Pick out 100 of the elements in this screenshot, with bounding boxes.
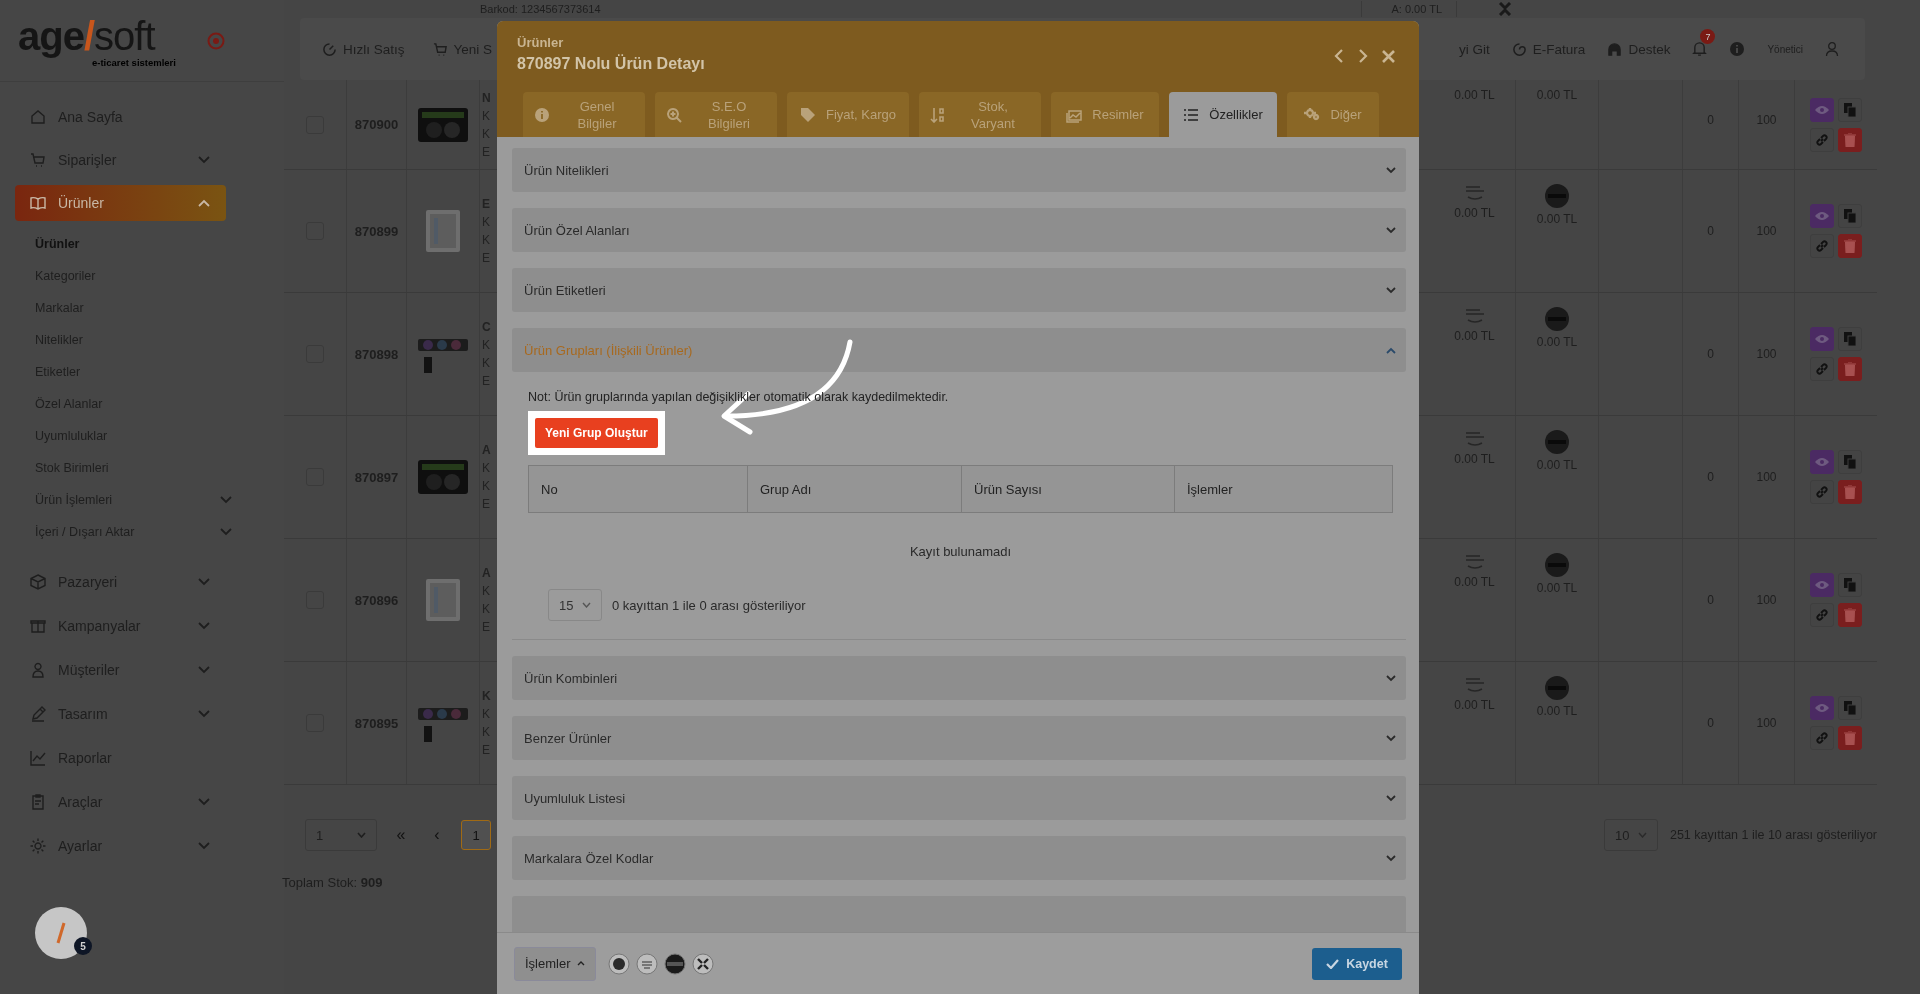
user-icon[interactable] bbox=[1825, 41, 1839, 57]
tab[interactable]: Genel Bilgiler bbox=[523, 92, 645, 137]
link-button[interactable] bbox=[1810, 357, 1834, 381]
round-logo-icon bbox=[1545, 676, 1569, 700]
bell-icon[interactable] bbox=[1692, 41, 1708, 57]
link-button[interactable] bbox=[1810, 726, 1834, 750]
tab[interactable]: Fiyat, Kargo bbox=[787, 92, 909, 137]
chevron-icon bbox=[1386, 286, 1396, 294]
first-page-button[interactable]: « bbox=[389, 825, 413, 845]
chevron-icon bbox=[1386, 854, 1396, 862]
copy-button[interactable] bbox=[1838, 696, 1862, 720]
round-logo-icon bbox=[1545, 553, 1569, 577]
link-icon bbox=[1815, 362, 1829, 376]
tab[interactable]: Resimler bbox=[1051, 92, 1159, 137]
accordion-header[interactable]: Benzer Ürünler bbox=[512, 716, 1406, 760]
view-button[interactable] bbox=[1810, 327, 1834, 351]
chevron-icon bbox=[1386, 166, 1396, 174]
delete-button[interactable] bbox=[1838, 726, 1862, 750]
clip-icon bbox=[29, 793, 47, 811]
trash-icon bbox=[1844, 608, 1856, 622]
copy-button[interactable] bbox=[1838, 450, 1862, 474]
gauge-icon bbox=[322, 41, 337, 57]
link-button[interactable] bbox=[1810, 603, 1834, 627]
copy-icon bbox=[1844, 332, 1856, 346]
copy-button[interactable] bbox=[1838, 204, 1862, 228]
chevron-left-icon[interactable] bbox=[1334, 49, 1344, 63]
close-icon[interactable] bbox=[1382, 49, 1395, 63]
link-button[interactable] bbox=[1810, 480, 1834, 504]
home-icon bbox=[29, 108, 47, 126]
column-header: Grup Adı bbox=[748, 466, 962, 512]
gears-icon bbox=[1304, 106, 1321, 123]
actions-menu-button[interactable]: İşlemler bbox=[514, 946, 596, 981]
cart-icon bbox=[29, 151, 47, 169]
copy-icon bbox=[1844, 455, 1856, 469]
save-button[interactable]: Kaydet bbox=[1312, 947, 1402, 980]
view-button[interactable] bbox=[1810, 696, 1834, 720]
user-icon bbox=[29, 661, 47, 679]
column-header: No bbox=[529, 466, 748, 512]
accordion-header[interactable]: Ürün Kombinleri bbox=[512, 656, 1406, 700]
book-icon bbox=[29, 194, 47, 212]
round-logo-icon bbox=[1545, 307, 1569, 331]
copy-button[interactable] bbox=[1838, 97, 1862, 122]
accordion-header[interactable]: Ürün Grupları (İlişkili Ürünler) bbox=[512, 328, 1406, 372]
info-icon[interactable] bbox=[1729, 41, 1746, 57]
view-button[interactable] bbox=[1810, 204, 1834, 228]
delete-button[interactable] bbox=[1838, 480, 1862, 504]
chevron-icon bbox=[1386, 346, 1396, 354]
target-icon[interactable] bbox=[207, 32, 225, 50]
marketplace-icon[interactable] bbox=[663, 952, 686, 975]
nav-item[interactable]: Ürünler bbox=[15, 185, 226, 221]
gift-icon bbox=[29, 617, 47, 635]
sort-icon bbox=[930, 106, 946, 123]
tab[interactable]: Stok, Varyant bbox=[919, 92, 1041, 137]
page-button[interactable]: 1 bbox=[461, 820, 491, 850]
caret-up-icon bbox=[576, 961, 585, 966]
chevron-icon bbox=[1386, 226, 1396, 234]
link-icon bbox=[1815, 608, 1829, 622]
pencil-icon bbox=[55, 921, 67, 945]
view-button[interactable] bbox=[1810, 450, 1834, 474]
accordion-header[interactable]: Markalara Özel Kodlar bbox=[512, 836, 1406, 880]
chevron-right-icon[interactable] bbox=[1358, 49, 1368, 63]
chart-icon bbox=[29, 749, 47, 767]
trash-icon bbox=[1844, 485, 1856, 499]
cart-icon bbox=[432, 41, 448, 57]
delete-button[interactable] bbox=[1838, 234, 1862, 258]
link-button[interactable] bbox=[1810, 234, 1834, 258]
marketplace-icon[interactable] bbox=[607, 952, 630, 975]
accordion-header[interactable]: Uyumluluk Listesi bbox=[512, 776, 1406, 820]
link-icon bbox=[1815, 731, 1829, 745]
delete-button[interactable] bbox=[1838, 603, 1862, 627]
previous-page-button[interactable]: ‹ bbox=[425, 825, 449, 845]
delete-button[interactable] bbox=[1838, 127, 1862, 152]
copy-icon bbox=[1844, 701, 1856, 715]
pen-icon bbox=[29, 705, 47, 723]
accordion-header[interactable]: Ürün Nitelikleri bbox=[512, 148, 1406, 192]
marketplace-icon[interactable] bbox=[691, 952, 714, 975]
copy-button[interactable] bbox=[1838, 327, 1862, 351]
list-icon bbox=[1183, 106, 1200, 123]
copy-icon bbox=[1844, 209, 1856, 223]
column-header: Ürün Sayısı bbox=[962, 466, 1175, 512]
brand-tagline: e-ticaret sistemleri bbox=[92, 57, 176, 68]
copy-button[interactable] bbox=[1838, 573, 1862, 597]
tag-icon bbox=[799, 106, 816, 123]
chevron-icon bbox=[1386, 794, 1396, 802]
create-group-button[interactable]: Yeni Grup Oluştur bbox=[535, 418, 658, 448]
tab[interactable]: Özellikler bbox=[1169, 92, 1277, 137]
accordion-header[interactable]: Ürün Etiketleri bbox=[512, 268, 1406, 312]
dialog-title: 870897 Nolu Ürün Detayı bbox=[517, 55, 705, 73]
view-button[interactable] bbox=[1810, 97, 1834, 122]
eye-icon bbox=[1814, 210, 1830, 222]
page-size-select[interactable]: 15 bbox=[548, 589, 602, 621]
column-header: İşlemler bbox=[1186, 480, 1234, 499]
accordion-header[interactable]: Ürün Özel Alanları bbox=[512, 208, 1406, 252]
delete-button[interactable] bbox=[1838, 357, 1862, 381]
link-button[interactable] bbox=[1810, 127, 1834, 152]
link-icon bbox=[1815, 239, 1829, 253]
tab[interactable]: S.E.O Bilgileri bbox=[655, 92, 777, 137]
eye-icon bbox=[1814, 333, 1830, 345]
tab[interactable]: Diğer bbox=[1287, 92, 1379, 137]
view-button[interactable] bbox=[1810, 573, 1834, 597]
